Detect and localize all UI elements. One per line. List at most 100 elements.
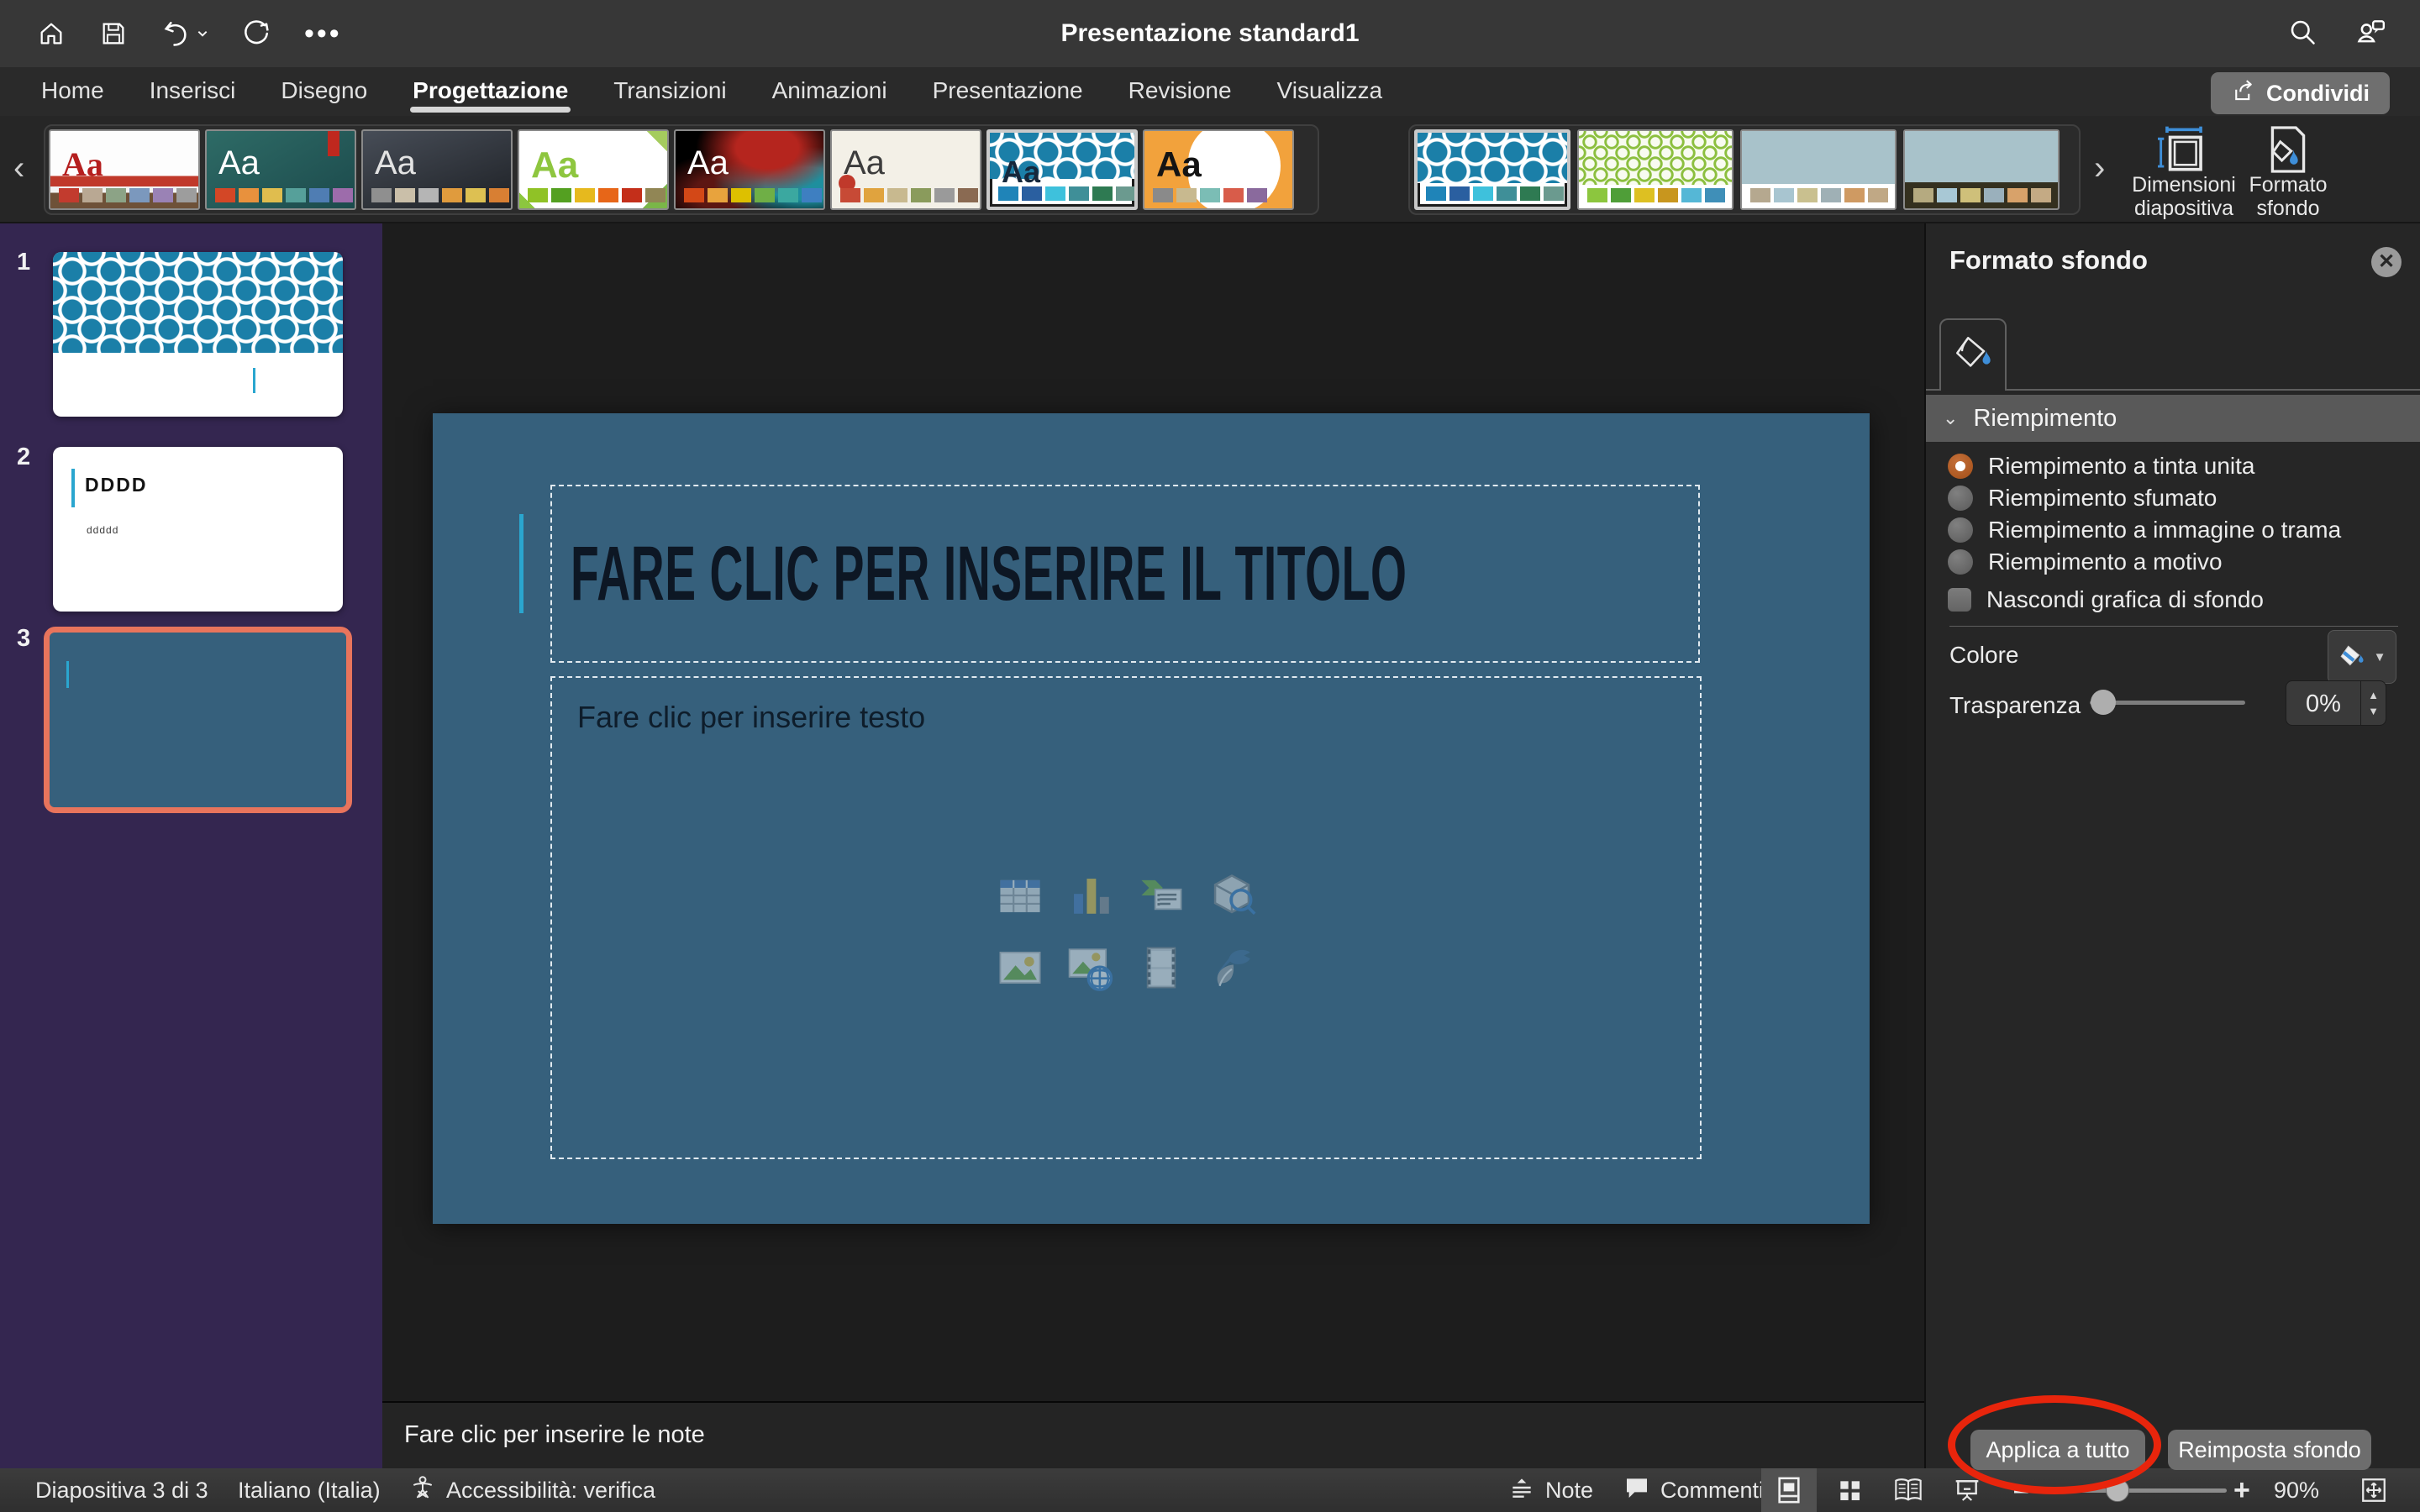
gallery-scroll-left-icon[interactable]: ‹	[13, 151, 24, 185]
notes-placeholder-text: Fare clic per inserire le note	[404, 1421, 705, 1449]
panel-title: Formato sfondo	[1949, 245, 2148, 276]
tab-visualizza[interactable]: Visualizza	[1255, 67, 1406, 116]
tab-home[interactable]: Home	[18, 67, 127, 116]
tab-disegno[interactable]: Disegno	[258, 67, 390, 116]
share-button[interactable]: Condividi	[2211, 72, 2390, 114]
zoom-slider-track[interactable]	[2049, 1488, 2227, 1493]
zoom-out-button[interactable]: –	[2013, 1468, 2029, 1512]
accessibility-status[interactable]: Accessibilità: verifica	[409, 1468, 655, 1512]
hide-background-checkbox[interactable]: Nascondi grafica di sfondo	[1948, 586, 2264, 613]
insert-smartart-icon[interactable]	[1137, 871, 1186, 920]
fit-slide-to-window-button[interactable]	[2346, 1468, 2402, 1512]
comments-toggle[interactable]: Commenti	[1623, 1468, 1764, 1512]
reading-view-button[interactable]	[1881, 1468, 1936, 1512]
zoom-level[interactable]: 90%	[2274, 1468, 2319, 1512]
insert-picture-icon[interactable]	[996, 943, 1044, 992]
content-insert-icons	[996, 871, 1256, 992]
radio-label: Riempimento sfumato	[1988, 485, 2217, 512]
insert-video-icon[interactable]	[1137, 943, 1186, 992]
transparency-stepper[interactable]: ▲▼	[2361, 680, 2386, 726]
tab-presentazione[interactable]: Presentazione	[910, 67, 1106, 116]
slide2-body-text: ddddd	[87, 524, 118, 536]
format-background-button[interactable]: Formato sfondo	[2237, 126, 2339, 218]
close-panel-icon[interactable]: ✕	[2371, 247, 2402, 277]
variant-solid-top	[1742, 131, 1895, 184]
theme-aa-label: Aa	[1156, 144, 1202, 185]
theme-circuit[interactable]: Aa	[986, 129, 1138, 210]
theme-color-swatches	[59, 188, 197, 202]
radio-solid-fill[interactable]: Riempimento a tinta unita	[1948, 453, 2255, 480]
insert-3d-model-icon[interactable]	[1207, 871, 1256, 920]
transparency-value[interactable]: 0%	[2286, 680, 2361, 726]
radio-label: Riempimento a tinta unita	[1988, 453, 2255, 480]
stepper-down-icon[interactable]: ▼	[2368, 705, 2379, 717]
tab-progettazione[interactable]: Progettazione	[390, 67, 591, 116]
theme-frame[interactable]: Aa	[1143, 129, 1294, 210]
slide-thumbnail-2[interactable]: DDDD ddddd	[53, 447, 343, 612]
search-icon[interactable]	[2287, 17, 2317, 51]
notes-toggle-label: Note	[1545, 1478, 1593, 1504]
fill-tab[interactable]	[1939, 318, 2007, 391]
theme-color-swatches	[1913, 188, 2051, 202]
slide-size-label: Dimensioni diapositiva	[2132, 173, 2236, 220]
fill-color-picker[interactable]: ▼	[2328, 630, 2396, 684]
radio-picture-fill[interactable]: Riempimento a immagine o trama	[1948, 517, 2341, 543]
gallery-scroll-right-icon[interactable]: ›	[2094, 151, 2105, 185]
content-placeholder[interactable]: Fare clic per inserire testo	[550, 676, 1702, 1159]
color-label: Colore	[1949, 642, 2018, 669]
theme-banded-red[interactable]: Aa	[49, 129, 200, 210]
stepper-up-icon[interactable]: ▲	[2368, 689, 2379, 701]
title-placeholder[interactable]: FARE CLIC PER INSERIRE IL TITOLO	[550, 485, 1700, 663]
fill-section-header[interactable]: ⌄ Riempimento	[1926, 395, 2420, 442]
variant-pattern-green[interactable]	[1577, 129, 1733, 210]
radio-pattern-fill[interactable]: Riempimento a motivo	[1948, 549, 2223, 575]
reset-background-button[interactable]: Reimposta sfondo	[2168, 1430, 2371, 1470]
theme-gallery: AaAaAaAaAaAaAaAa	[44, 124, 1319, 215]
format-background-label: Formato sfondo	[2237, 173, 2339, 220]
normal-view-button[interactable]	[1761, 1468, 1817, 1512]
slide-editing-surface[interactable]: FARE CLIC PER INSERIRE IL TITOLO Fare cl…	[433, 413, 1870, 1224]
radio-gradient-fill[interactable]: Riempimento sfumato	[1948, 485, 2217, 512]
theme-vapor[interactable]: Aa	[674, 129, 825, 210]
theme-color-swatches	[1426, 186, 1564, 201]
slide-counter[interactable]: Diapositiva 3 di 3	[35, 1468, 208, 1512]
theme-ion-teal[interactable]: Aa	[205, 129, 356, 210]
title-bar: ••• Presentazione standard1	[0, 0, 2420, 67]
slide-sorter-view-button[interactable]	[1822, 1468, 1877, 1512]
tab-inserisci[interactable]: Inserisci	[127, 67, 259, 116]
slideshow-view-button[interactable]	[1939, 1468, 1995, 1512]
text-cursor	[253, 368, 255, 393]
theme-color-swatches	[1750, 188, 1888, 202]
account-feedback-icon[interactable]	[2354, 16, 2386, 52]
theme-wisp[interactable]: Aa	[830, 129, 981, 210]
slide-thumbnail-1[interactable]	[53, 252, 343, 417]
share-label: Condividi	[2266, 81, 2370, 107]
apply-to-all-button[interactable]: Applica a tutto	[1970, 1430, 2145, 1470]
theme-ion-dark[interactable]: Aa	[361, 129, 513, 210]
notes-toggle[interactable]: Note	[1508, 1468, 1593, 1512]
transparency-slider-thumb[interactable]	[2091, 690, 2116, 715]
insert-stock-icons-icon[interactable]	[1207, 943, 1256, 992]
language-indicator[interactable]: Italiano (Italia)	[238, 1468, 381, 1512]
slide-number: 3	[17, 625, 30, 653]
slide-size-button[interactable]: Dimensioni diapositiva	[2133, 126, 2235, 218]
insert-table-icon[interactable]	[996, 871, 1044, 920]
theme-facet[interactable]: Aa	[518, 129, 669, 210]
variant-pattern-blue[interactable]	[1414, 129, 1570, 210]
slide-thumbnail-3[interactable]	[44, 627, 352, 813]
zoom-in-button[interactable]: +	[2233, 1468, 2250, 1512]
design-gallery: ‹ AaAaAaAaAaAaAaAa › Dimensioni diaposit…	[0, 116, 2420, 223]
theme-color-swatches	[371, 188, 509, 202]
insert-online-picture-icon[interactable]	[1066, 943, 1115, 992]
insert-chart-icon[interactable]	[1066, 871, 1115, 920]
tab-revisione[interactable]: Revisione	[1106, 67, 1255, 116]
tab-transizioni[interactable]: Transizioni	[591, 67, 749, 116]
tab-animazioni[interactable]: Animazioni	[750, 67, 910, 116]
notes-pane[interactable]: Fare clic per inserire le note	[382, 1401, 1924, 1468]
theme-aa-label: Aa	[1002, 155, 1040, 190]
slide2-title-text: DDDD	[85, 474, 147, 496]
zoom-slider-thumb[interactable]	[2106, 1478, 2129, 1502]
variant-dark-footer[interactable]	[1903, 129, 2060, 210]
variant-plain-light[interactable]	[1740, 129, 1897, 210]
checkbox-icon	[1948, 588, 1971, 612]
